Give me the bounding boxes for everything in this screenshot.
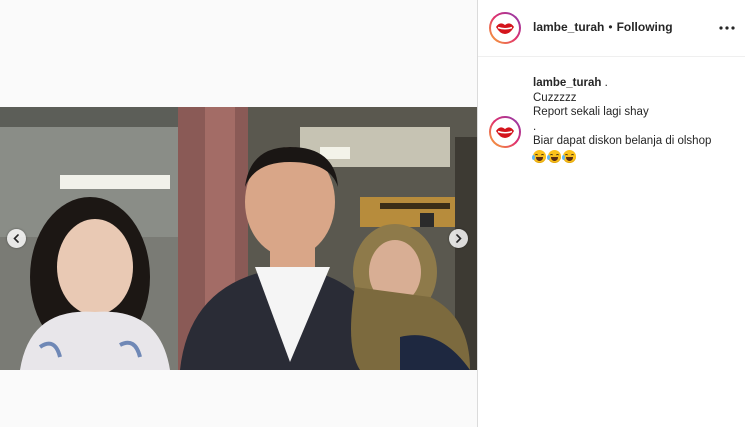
avatar[interactable] xyxy=(489,12,521,44)
separator-dot: • xyxy=(608,20,613,34)
face-with-tears-of-joy-icon xyxy=(562,149,576,163)
chevron-left-icon xyxy=(13,234,19,243)
post-photo[interactable] xyxy=(0,107,477,370)
lips-logo-icon xyxy=(491,118,519,146)
more-options-button[interactable] xyxy=(715,16,739,40)
more-options-icon xyxy=(719,26,735,30)
media-pane xyxy=(0,0,477,427)
caption-line: . xyxy=(533,120,537,133)
caption-line: Report sekali lagi shay xyxy=(533,106,649,119)
caption-line: Cuzzzzz xyxy=(533,91,577,104)
lips-logo-icon xyxy=(491,14,519,42)
face-with-tears-of-joy-icon xyxy=(547,149,561,163)
face-with-tears-of-joy-icon xyxy=(532,149,546,163)
post-header: lambe_turah • Following xyxy=(478,0,745,57)
photo-scene xyxy=(0,107,477,370)
caption-username-suffix: . xyxy=(601,77,608,89)
carousel-prev-button[interactable] xyxy=(7,229,26,248)
post-header-text: lambe_turah • Following xyxy=(533,20,673,34)
following-button[interactable]: Following xyxy=(617,20,673,34)
caption-header: lambe_turah . xyxy=(533,76,738,91)
emoji-row xyxy=(532,149,738,163)
caption-username-link[interactable]: lambe_turah xyxy=(533,77,601,89)
caption-line: Biar dapat diskon belanja di olshop xyxy=(533,135,712,148)
carousel-next-button[interactable] xyxy=(449,229,468,248)
caption-avatar[interactable] xyxy=(489,116,521,148)
username-link[interactable]: lambe_turah xyxy=(533,20,604,34)
post-side-pane: lambe_turah • Following lambe_turah . Cuzz… xyxy=(477,0,745,427)
caption: lambe_turah . Cuzzzzz Report sekali lagi… xyxy=(532,76,738,163)
chevron-right-icon xyxy=(456,234,462,243)
